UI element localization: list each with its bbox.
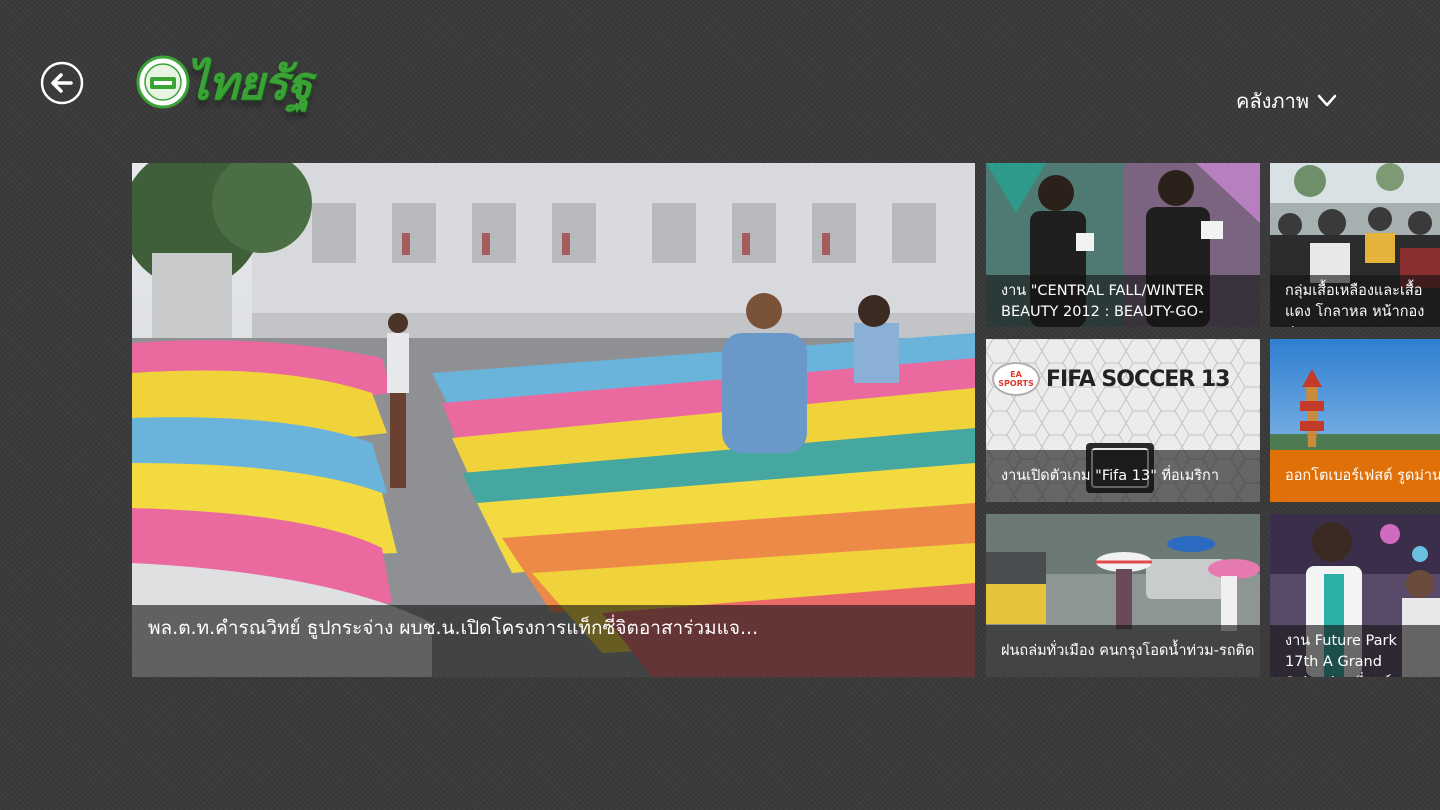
featured-news-caption: พล.ต.ท.คำรณวิทย์ ธูปกระจ่าง ผบช.น.เปิดโค… (132, 605, 975, 677)
fifa-title: FIFA SOCCER 13 (1046, 366, 1230, 392)
back-arrow-icon (40, 61, 84, 105)
gallery-menu-label: คลังภาพ (1236, 89, 1309, 113)
chevron-down-icon (1317, 94, 1337, 107)
news-tile-fifa-13[interactable]: EA SPORTS FIFA SOCCER 13 งานเปิดตัวเกม "… (986, 339, 1260, 502)
news-tile-future-park[interactable]: งาน Future Park 17th A Grand Splendor ที… (1270, 514, 1440, 677)
news-tile-central-fall-winter[interactable]: งาน "CENTRAL FALL/WINTER BEAUTY 2012 : B… (986, 163, 1260, 327)
news-tile-caption: งาน "CENTRAL FALL/WINTER BEAUTY 2012 : B… (986, 275, 1260, 327)
news-tile-caption: ฝนถล่มทั่วเมือง คนกรุงโอดน้ำท่วม-รถติด (986, 625, 1260, 677)
news-tile-caption: งานเปิดตัวเกม "Fifa 13" ที่อเมริกา (986, 450, 1260, 502)
logo-emblem-icon (136, 55, 190, 109)
logo-text: ไทยรัฐ (186, 56, 312, 110)
news-tile-caption: งาน Future Park 17th A Grand Splendor ที… (1270, 625, 1440, 677)
news-tile-caption: ออกโตเบอร์เฟสต์ รูดม่านเ (1270, 450, 1440, 502)
gallery-menu[interactable]: คลังภาพ (1236, 86, 1337, 116)
featured-news-tile[interactable]: พล.ต.ท.คำรณวิทย์ ธูปกระจ่าง ผบช.น.เปิดโค… (132, 163, 975, 677)
news-tile-oktoberfest[interactable]: ออกโตเบอร์เฟสต์ รูดม่านเ (1270, 339, 1440, 502)
news-tile-rain-flood[interactable]: ฝนถล่มทั่วเมือง คนกรุงโอดน้ำท่วม-รถติด (986, 514, 1260, 677)
featured-news-image (132, 163, 975, 677)
news-tile-yellow-red-shirts[interactable]: กลุ่มเสื้อเหลืองและเสื้อแดง โกลาหล หน้าก… (1270, 163, 1440, 327)
back-button[interactable] (40, 61, 84, 105)
fifa-banner: EA SPORTS FIFA SOCCER 13 (986, 361, 1260, 397)
app-logo: ไทยรัฐ (136, 55, 341, 117)
ea-sports-logo: EA SPORTS (992, 362, 1040, 396)
news-tile-caption: กลุ่มเสื้อเหลืองและเสื้อแดง โกลาหล หน้าก… (1270, 275, 1440, 327)
